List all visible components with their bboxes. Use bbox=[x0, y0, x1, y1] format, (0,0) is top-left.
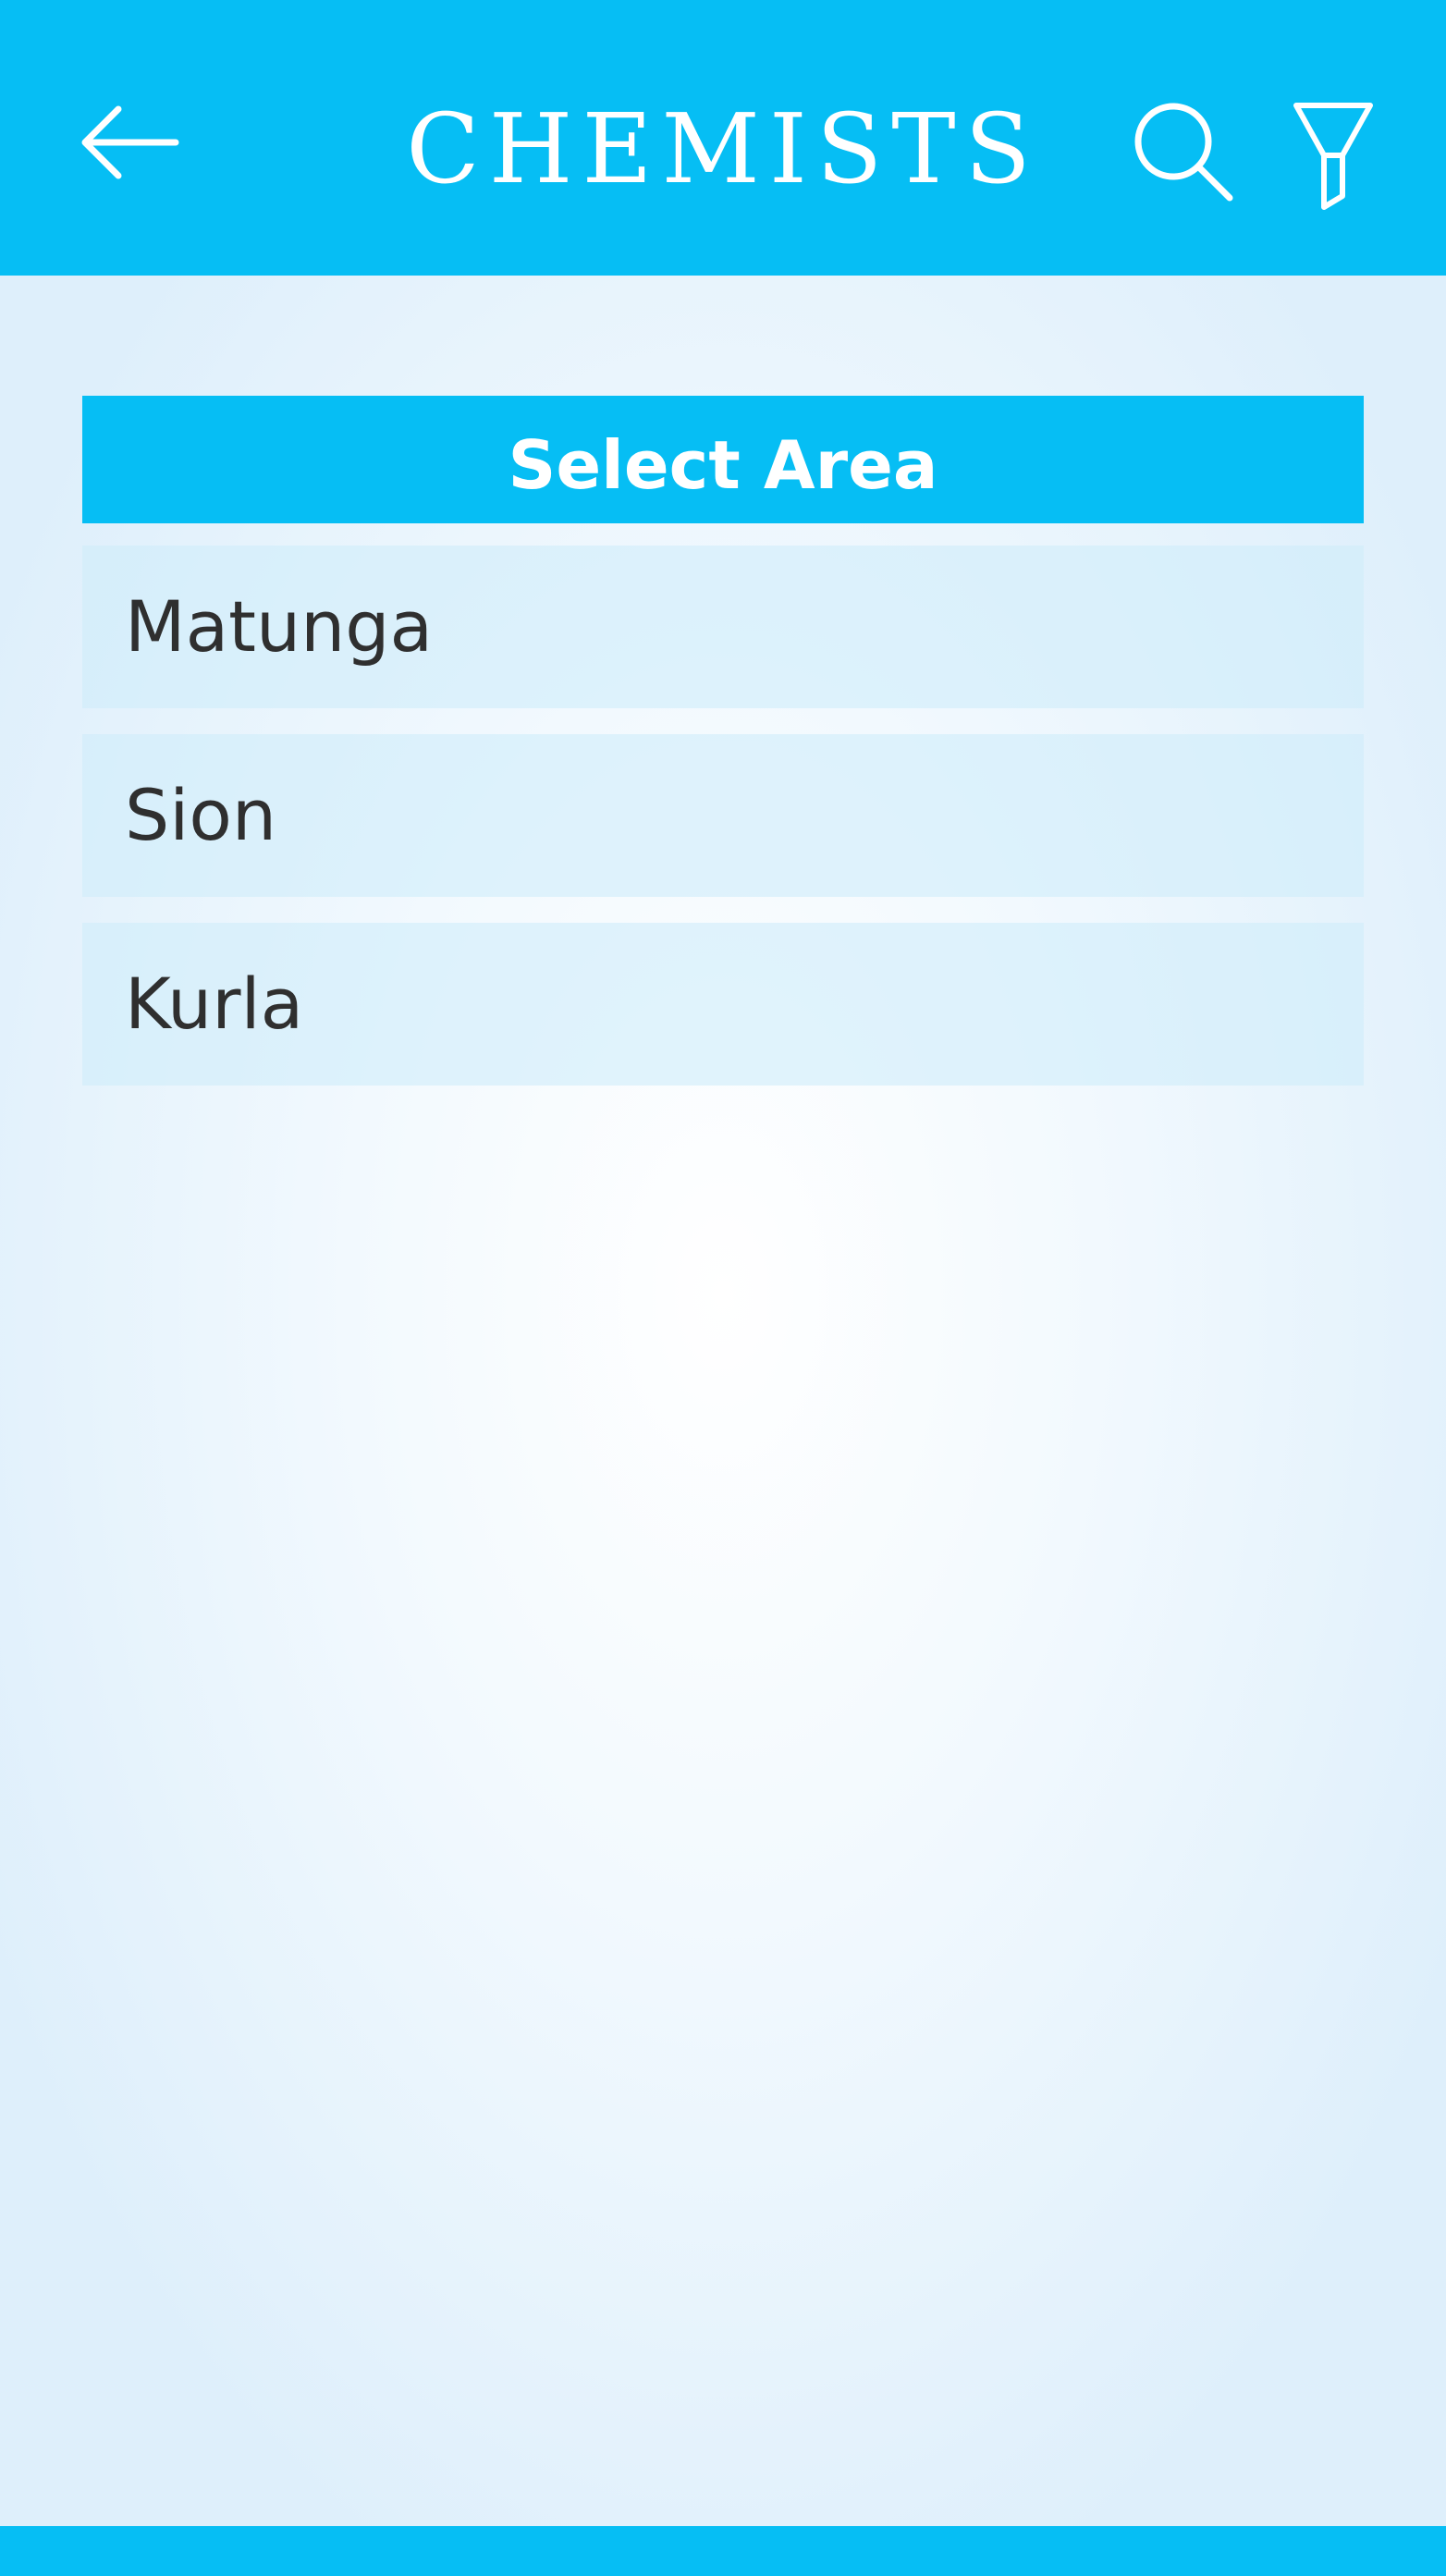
back-button[interactable] bbox=[74, 96, 185, 189]
filter-button[interactable] bbox=[1291, 98, 1376, 211]
search-icon bbox=[1134, 103, 1233, 202]
app-bar: CHEMISTS bbox=[0, 0, 1446, 276]
area-item-matunga[interactable]: Matunga bbox=[82, 546, 1364, 708]
area-item-label: Matunga bbox=[125, 585, 434, 668]
area-item-label: Sion bbox=[125, 774, 277, 856]
select-area-header: Select Area bbox=[82, 396, 1364, 523]
filter-icon bbox=[1293, 103, 1373, 210]
area-item-sion[interactable]: Sion bbox=[82, 734, 1364, 897]
bottom-bar bbox=[0, 2526, 1446, 2576]
search-button[interactable] bbox=[1130, 98, 1237, 205]
arrow-left-icon bbox=[81, 105, 179, 179]
area-item-label: Kurla bbox=[125, 963, 304, 1045]
page-title: CHEMISTS bbox=[406, 92, 1040, 205]
area-item-kurla[interactable]: Kurla bbox=[82, 923, 1364, 1086]
